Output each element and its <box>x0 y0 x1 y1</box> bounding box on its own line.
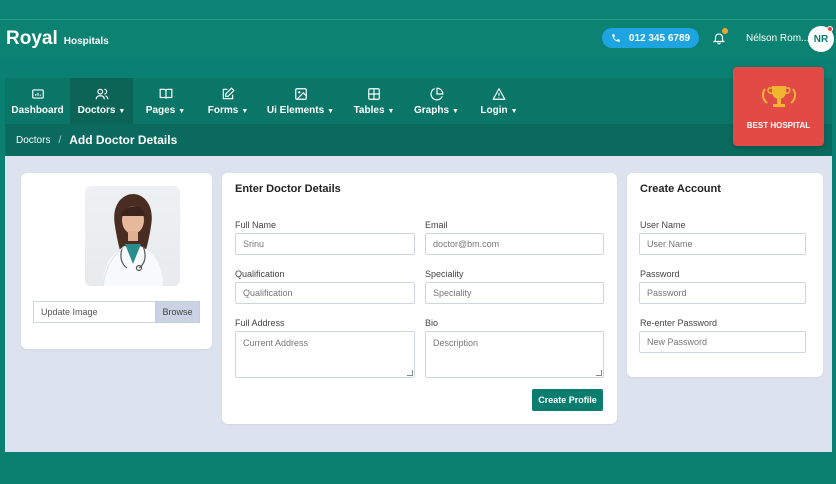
brand-logo[interactable]: Royal Hospitals <box>6 28 109 50</box>
repassword-label: Re-enter Password <box>640 318 718 328</box>
breadcrumb-separator: / <box>58 134 62 146</box>
speciality-label: Speciality <box>425 269 464 279</box>
nav-item-ui-elements[interactable]: Ui Elements ▼ <box>258 78 343 124</box>
book-icon <box>159 88 172 99</box>
resize-handle-icon[interactable] <box>407 370 413 376</box>
image-icon <box>294 87 307 100</box>
image-upload[interactable]: Update Image Browse <box>33 301 200 323</box>
phone-number: 012 345 6789 <box>628 32 691 44</box>
email-label: Email <box>425 220 448 230</box>
chevron-down-icon: ▼ <box>510 107 518 115</box>
header-divider <box>0 19 836 20</box>
chevron-down-icon: ▼ <box>118 107 126 115</box>
nav-item-dashboard[interactable]: Dashboard <box>5 78 70 124</box>
username-label: User Name <box>640 220 686 230</box>
dashboard-icon <box>31 88 44 99</box>
nav-item-graphs[interactable]: Graphs ▼ <box>405 78 468 124</box>
nav-item-forms[interactable]: Forms ▼ <box>198 78 258 124</box>
notification-dot <box>722 28 728 34</box>
full-name-input[interactable]: Srinu <box>235 233 415 255</box>
avatar-status-dot <box>827 26 833 32</box>
doctor-details-card: Enter Doctor Details Full Name Srinu Ema… <box>222 173 617 424</box>
card-title: Create Account <box>640 183 721 195</box>
chevron-down-icon: ▼ <box>387 107 395 115</box>
bio-label: Bio <box>425 318 439 328</box>
chevron-down-icon: ▼ <box>178 107 186 115</box>
footer-bar <box>0 452 836 484</box>
chevron-down-icon: ▼ <box>327 107 335 115</box>
users-icon <box>95 88 108 99</box>
repassword-input[interactable]: New Password <box>639 331 806 353</box>
top-header <box>0 0 836 57</box>
nav-label: Pages <box>145 104 176 116</box>
nav-label: Forms <box>207 104 239 116</box>
trophy-icon <box>761 86 796 107</box>
address-label: Full Address <box>235 318 285 328</box>
nav-label: Ui Elements <box>266 104 325 116</box>
phone-button[interactable]: 012 345 6789 <box>602 28 699 48</box>
chevron-down-icon: ▼ <box>452 107 459 115</box>
photo-card: Update Image Browse <box>21 173 212 349</box>
address-textarea[interactable]: Current Address <box>235 331 415 378</box>
resize-handle-icon[interactable] <box>596 370 602 376</box>
qualification-label: Qualification <box>235 269 285 279</box>
phone-icon <box>612 34 620 42</box>
upload-input[interactable]: Update Image <box>33 301 155 323</box>
nav-label: Dashboard <box>11 104 64 116</box>
bio-textarea[interactable]: Description <box>425 331 604 378</box>
card-title: Enter Doctor Details <box>235 183 341 195</box>
nav-item-tables[interactable]: Tables ▼ <box>343 78 405 124</box>
bio-placeholder: Description <box>433 338 479 348</box>
nav-item-doctors[interactable]: Doctors ▼ <box>70 78 133 124</box>
grid-icon <box>368 87 380 100</box>
email-input[interactable]: doctor@bm.com <box>425 233 604 255</box>
page-title: Add Doctor Details <box>69 133 178 147</box>
nav-label: Graphs <box>414 104 450 116</box>
nav-label: Tables <box>353 104 385 116</box>
content-area: Update Image Browse Enter Doctor Details… <box>5 156 832 452</box>
address-placeholder: Current Address <box>243 338 309 348</box>
nav-item-login[interactable]: Login ▼ <box>468 78 530 124</box>
edit-icon <box>222 86 235 99</box>
nav-label: Login <box>480 104 508 116</box>
speciality-input[interactable]: Speciality <box>425 282 604 304</box>
user-name[interactable]: Nélson Rom... <box>746 33 809 44</box>
create-account-card: Create Account User Name User Name Passw… <box>627 173 823 377</box>
breadcrumb: Doctors / Add Doctor Details <box>5 124 832 156</box>
nav-label: Doctors <box>77 104 116 116</box>
pie-icon <box>429 87 443 100</box>
breadcrumb-parent[interactable]: Doctors <box>16 135 50 146</box>
password-input[interactable]: Password <box>639 282 806 304</box>
username-input[interactable]: User Name <box>639 233 806 255</box>
main-nav: Dashboard Doctors ▼ Pages ▼ Forms ▼ Ui Elem… <box>5 78 832 124</box>
doctor-photo <box>85 186 180 286</box>
browse-button[interactable]: Browse <box>155 301 200 323</box>
password-label: Password <box>640 269 680 279</box>
full-name-label: Full Name <box>235 220 277 230</box>
best-hospital-label: BEST HOSPITAL <box>746 121 811 130</box>
nav-item-pages[interactable]: Pages ▼ <box>133 78 198 124</box>
warning-icon <box>492 87 506 100</box>
qualification-input[interactable]: Qualification <box>235 282 415 304</box>
create-profile-button[interactable]: Create Profile <box>532 389 603 411</box>
brand-name: Royal <box>6 28 58 49</box>
best-hospital-badge: BEST HOSPITAL <box>733 67 824 146</box>
chevron-down-icon: ▼ <box>241 107 249 115</box>
brand-suffix: Hospitals <box>63 36 109 47</box>
